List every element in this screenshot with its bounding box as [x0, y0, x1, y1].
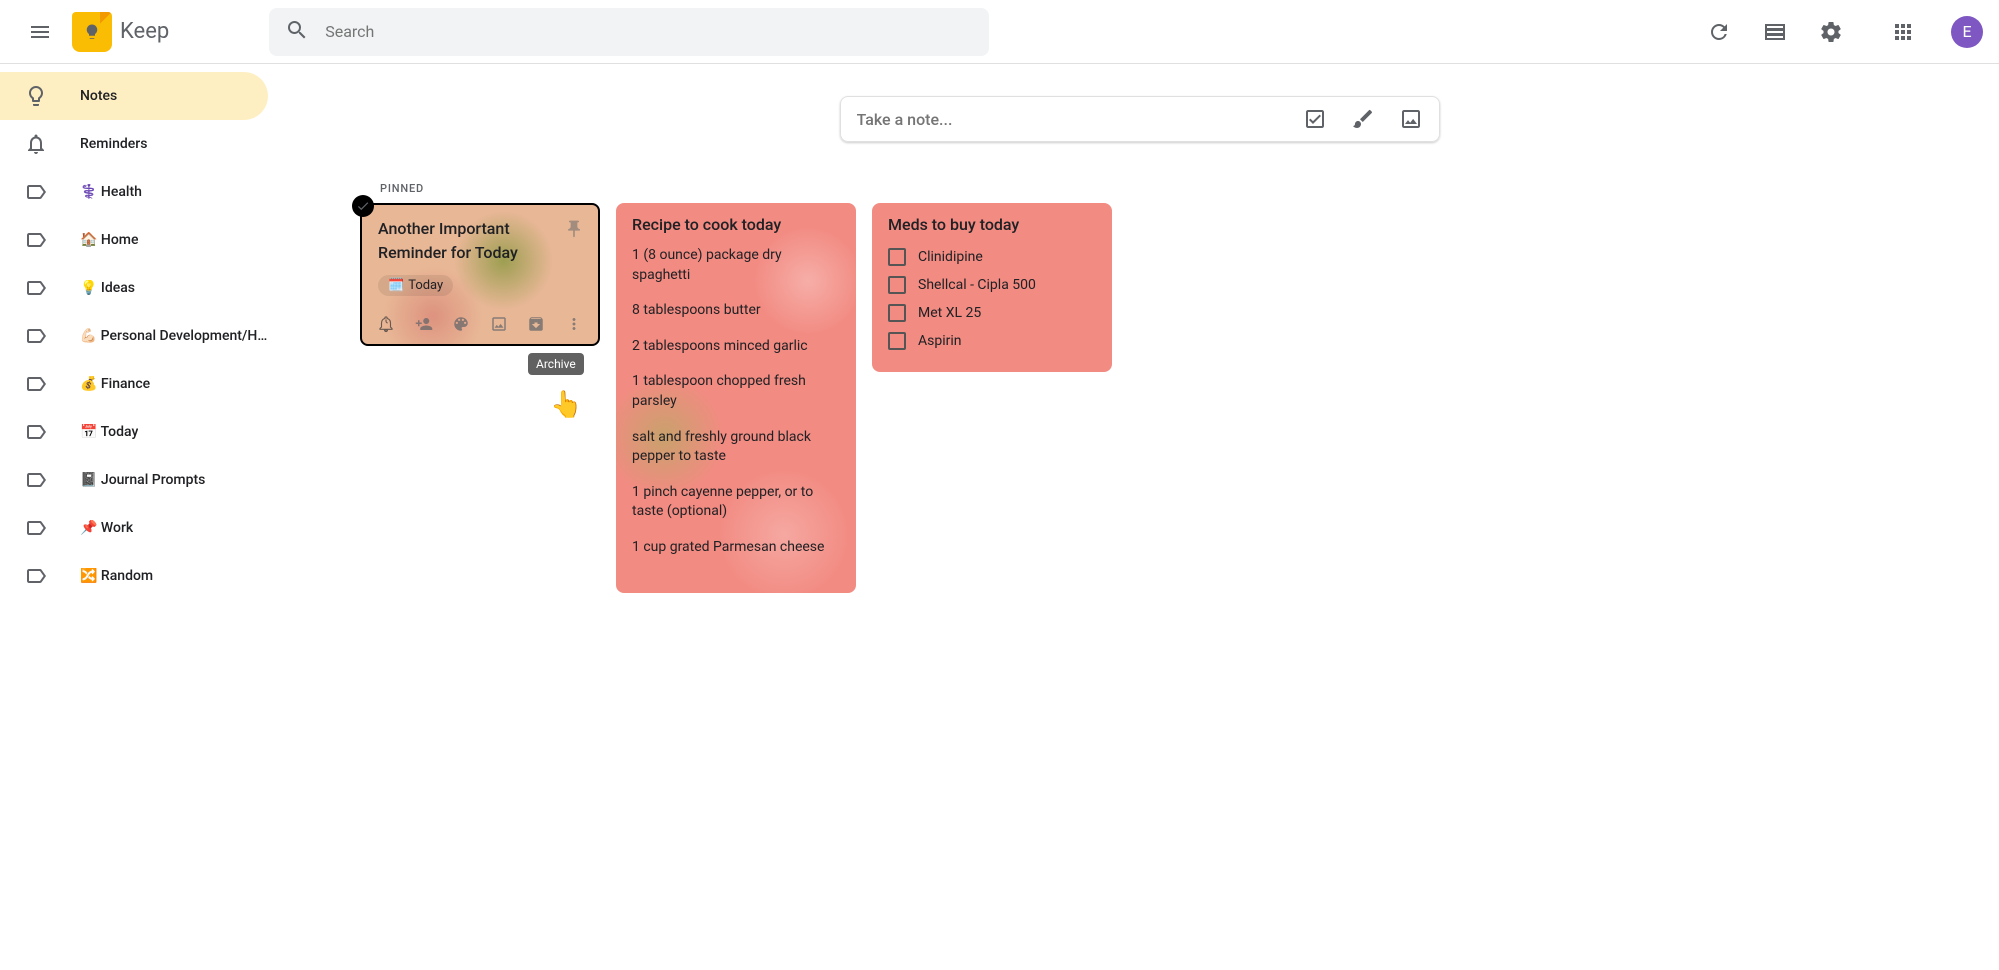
palette-icon[interactable]: [445, 308, 477, 340]
sidebar-item-notes[interactable]: Notes: [0, 72, 268, 120]
checkbox-icon[interactable]: [888, 276, 906, 294]
sidebar-item-label: ⚕️ Health: [80, 184, 142, 200]
note-title: Another Important Reminder for Today: [378, 217, 582, 265]
remind-me-icon[interactable]: [370, 308, 402, 340]
lightbulb-icon: [12, 84, 60, 108]
item-label: Met XL 25: [918, 305, 981, 321]
note-body: 1 (8 ounce) package dry spaghetti 8 tabl…: [632, 246, 840, 558]
image-icon[interactable]: [483, 308, 515, 340]
item-label: Clinidipine: [918, 249, 983, 265]
new-list-icon[interactable]: [1303, 107, 1327, 131]
sidebar-item-today[interactable]: 📅 Today: [0, 408, 268, 456]
item-label: Aspirin: [918, 333, 962, 349]
sidebar-item-label: Notes: [80, 88, 117, 104]
header-actions: E: [1695, 8, 1983, 56]
sidebar-item-label: 🏠 Home: [80, 232, 138, 248]
main-menu-button[interactable]: [16, 8, 64, 56]
new-drawing-icon[interactable]: [1351, 107, 1375, 131]
sidebar-item-label: 📌 Work: [80, 520, 133, 536]
pin-icon[interactable]: [558, 213, 590, 245]
note-title: Meds to buy today: [888, 215, 1096, 234]
app-name: Keep: [120, 19, 169, 44]
note-card-meds[interactable]: Meds to buy today Clinidipine Shellcal -…: [872, 203, 1112, 372]
sidebar-item-reminders[interactable]: Reminders: [0, 120, 268, 168]
note-card-reminder[interactable]: Another Important Reminder for Today 🗓️ …: [360, 203, 600, 346]
sidebar-item-label: 💪🏻 Personal Development/H...: [80, 328, 268, 344]
bell-icon: [12, 132, 60, 156]
compose-input[interactable]: [857, 110, 1279, 129]
note-toolbar: [362, 304, 598, 344]
search-icon: [285, 18, 309, 46]
list-item: 1 tablespoon chopped fresh parsley: [632, 372, 840, 411]
new-image-icon[interactable]: [1399, 107, 1423, 131]
sidebar-item-home[interactable]: 🏠 Home: [0, 216, 268, 264]
refresh-button[interactable]: [1695, 8, 1743, 56]
checkbox-icon[interactable]: [888, 332, 906, 350]
pinned-section-label: PINNED: [380, 182, 1919, 195]
selected-badge-icon[interactable]: [352, 195, 374, 217]
sidebar-item-label: 📅 Today: [80, 424, 138, 440]
label-icon: [12, 324, 60, 348]
sidebar-item-label: 🔀 Random: [80, 568, 153, 584]
sidebar-item-finance[interactable]: 💰 Finance: [0, 360, 268, 408]
sidebar-item-label: Reminders: [80, 136, 147, 152]
note-title: Recipe to cook today: [632, 215, 840, 234]
settings-button[interactable]: [1807, 8, 1855, 56]
logo-area[interactable]: Keep: [72, 12, 169, 52]
compose-bar[interactable]: [840, 96, 1440, 142]
keep-logo-icon: [72, 12, 112, 52]
account-avatar[interactable]: E: [1951, 16, 1983, 48]
list-item: 1 (8 ounce) package dry spaghetti: [632, 246, 840, 285]
reminder-chip[interactable]: 🗓️ Today: [378, 275, 453, 296]
search-input[interactable]: [325, 22, 973, 41]
archive-icon[interactable]: [520, 308, 552, 340]
list-item: 8 tablespoons butter: [632, 301, 840, 321]
checklist-item[interactable]: Shellcal - Cipla 500: [888, 276, 1096, 294]
list-view-button[interactable]: [1751, 8, 1799, 56]
label-icon: [12, 276, 60, 300]
sidebar-item-label: 💡 Ideas: [80, 280, 135, 296]
label-icon: [12, 516, 60, 540]
header: Keep E: [0, 0, 1999, 64]
sidebar-item-label: 💰 Finance: [80, 376, 150, 392]
list-item: 2 tablespoons minced garlic: [632, 337, 840, 357]
sidebar-item-random[interactable]: 🔀 Random: [0, 552, 268, 600]
content-area: PINNED Another Important Reminder for To…: [280, 64, 1999, 970]
list-item: 1 pinch cayenne pepper, or to taste (opt…: [632, 483, 840, 522]
sidebar-item-ideas[interactable]: 💡 Ideas: [0, 264, 268, 312]
item-label: Shellcal - Cipla 500: [918, 277, 1036, 293]
sidebar-item-work[interactable]: 📌 Work: [0, 504, 268, 552]
list-item: salt and freshly ground black pepper to …: [632, 428, 840, 467]
checklist-item[interactable]: Clinidipine: [888, 248, 1096, 266]
checkbox-icon[interactable]: [888, 248, 906, 266]
label-icon: [12, 180, 60, 204]
sidebar-item-health[interactable]: ⚕️ Health: [0, 168, 268, 216]
checkbox-icon[interactable]: [888, 304, 906, 322]
sidebar: Notes Reminders ⚕️ Health 🏠 Home 💡 Ideas…: [0, 64, 280, 970]
list-item: 1 cup grated Parmesan cheese: [632, 538, 840, 558]
cursor-pointer-icon: 👆: [550, 390, 582, 420]
sidebar-item-journal[interactable]: 📓 Journal Prompts: [0, 456, 268, 504]
collaborator-icon[interactable]: [408, 308, 440, 340]
calendar-icon: 🗓️: [388, 278, 404, 293]
sidebar-item-personal-dev[interactable]: 💪🏻 Personal Development/H...: [0, 312, 268, 360]
label-icon: [12, 420, 60, 444]
archive-tooltip: Archive: [528, 353, 584, 375]
label-icon: [12, 468, 60, 492]
chip-label: Today: [408, 278, 443, 293]
sidebar-item-label: 📓 Journal Prompts: [80, 472, 205, 488]
note-card-recipe[interactable]: Recipe to cook today 1 (8 ounce) package…: [616, 203, 856, 593]
more-icon[interactable]: [558, 308, 590, 340]
label-icon: [12, 564, 60, 588]
apps-button[interactable]: [1879, 8, 1927, 56]
checklist-item[interactable]: Aspirin: [888, 332, 1096, 350]
label-icon: [12, 228, 60, 252]
checklist-item[interactable]: Met XL 25: [888, 304, 1096, 322]
search-box[interactable]: [269, 8, 989, 56]
label-icon: [12, 372, 60, 396]
